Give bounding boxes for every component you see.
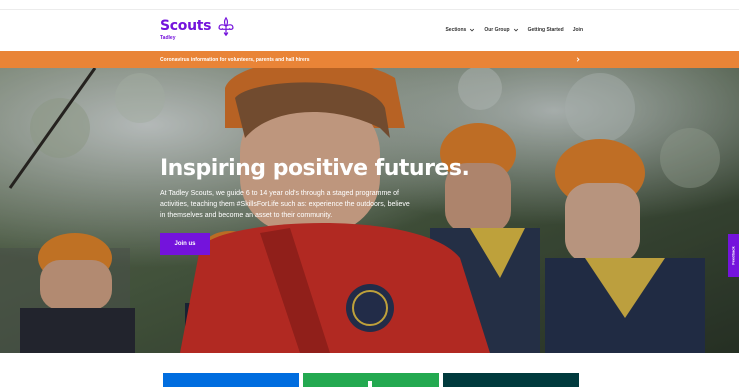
chevron-down-icon	[513, 28, 518, 32]
nav-our-group-label: Our Group	[484, 27, 510, 33]
fleur-de-lis-icon	[218, 16, 234, 37]
chevron-right-icon	[576, 57, 580, 62]
top-strip	[0, 0, 739, 10]
brand-wordmark: Scouts Tadley	[160, 18, 212, 42]
coronavirus-banner[interactable]: Coronavirus information for volunteers, …	[0, 51, 739, 68]
nav-sections-label: Sections	[445, 27, 467, 33]
hero-title: Inspiring positive futures.	[160, 156, 470, 181]
feature-cards	[0, 373, 739, 387]
card-icon	[368, 381, 372, 387]
hero-body: At Tadley Scouts, we guide 6 to 14 year …	[160, 190, 410, 219]
nav-our-group[interactable]: Our Group	[484, 27, 518, 33]
brand-subtitle: Tadley	[160, 35, 176, 41]
brand-logo-link[interactable]: Scouts Tadley	[160, 16, 237, 42]
site-header: Scouts Tadley Sections Our Group Getting…	[0, 11, 739, 51]
feature-card-teal[interactable]	[443, 373, 579, 387]
banner-text: Coronavirus information for volunteers, …	[160, 56, 310, 63]
feature-card-blue[interactable]	[163, 373, 299, 387]
nav-getting-started-label: Getting Started	[527, 27, 564, 33]
nav-getting-started[interactable]: Getting Started	[528, 27, 564, 33]
chevron-down-icon	[470, 28, 475, 32]
feature-card-green[interactable]	[303, 373, 439, 387]
brand-name: Scouts	[160, 18, 212, 34]
hero-section: Inspiring positive futures. At Tadley Sc…	[0, 68, 739, 353]
nav-join-label: Join	[572, 27, 583, 33]
nav-sections[interactable]: Sections	[445, 27, 475, 33]
feedback-tab[interactable]: Feedback	[728, 234, 739, 277]
join-us-button[interactable]: Join us	[160, 233, 210, 255]
nav-join[interactable]: Join	[573, 27, 583, 33]
hero-content: Inspiring positive futures. At Tadley Sc…	[160, 156, 470, 255]
feedback-label: Feedback	[731, 246, 737, 265]
main-nav: Sections Our Group Getting Started Join	[445, 27, 583, 33]
